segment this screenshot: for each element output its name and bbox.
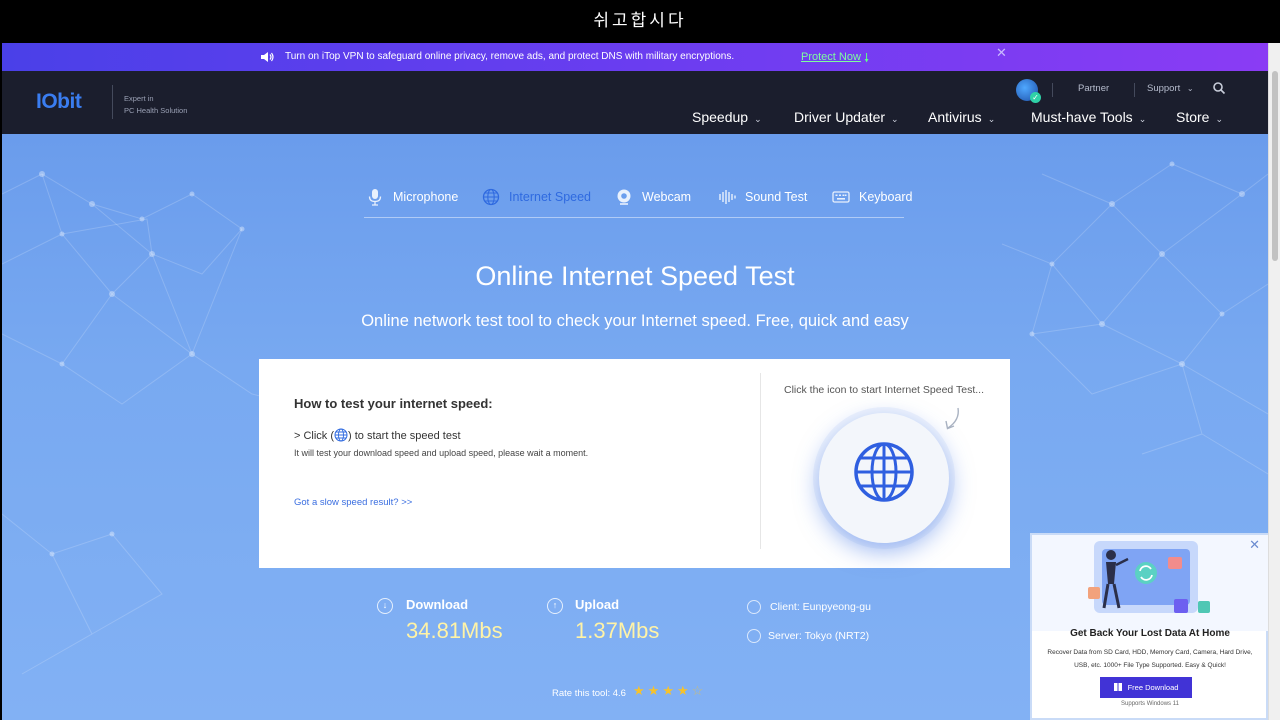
tagline-line1: Expert in [124, 94, 154, 103]
data-recovery-popup: ✕ Get Back Your Lost Data At Home Recove… [1030, 533, 1268, 720]
how-to-description: It will test your download speed and upl… [294, 448, 589, 458]
tab-label: Sound Test [745, 190, 808, 204]
search-icon[interactable] [1212, 81, 1226, 95]
menu-speedup[interactable]: Speedup ⌄ [692, 109, 762, 125]
menu-label: Driver Updater [794, 109, 886, 125]
promo-message-post: to safeguard online privacy, remove ads,… [363, 51, 735, 62]
partner-link[interactable]: Partner [1078, 83, 1109, 94]
protect-now-link[interactable]: Protect Now [801, 51, 861, 63]
upload-value: 1.37Mbs [575, 618, 660, 643]
server-info: Server: Tokyo (NRT2) [768, 630, 870, 642]
keyboard-icon [832, 191, 850, 203]
support-label: Support [1147, 83, 1181, 94]
download-arrow-icon: 🠗 [864, 51, 870, 65]
card-divider [760, 373, 761, 549]
microphone-icon [368, 189, 382, 206]
divider [1052, 83, 1053, 97]
tab-label: Keyboard [859, 190, 913, 204]
promo-close-button[interactable]: ✕ [996, 45, 1007, 61]
support-menu[interactable]: Support ⌄ [1147, 83, 1194, 94]
webcam-icon [617, 189, 631, 205]
shield-check-icon: ✓ [1030, 92, 1041, 103]
slow-speed-link[interactable]: Got a slow speed result? >> [294, 497, 412, 508]
popup-description: Recover Data from SD Card, HDD, Memory C… [1047, 649, 1253, 669]
page-subtitle: Online network test tool to check your I… [361, 312, 909, 330]
how-to-title: How to test your internet speed: [294, 396, 493, 411]
menu-label: Speedup [692, 109, 749, 125]
promo-message: Turn on iTop VPN to safeguard online pri… [285, 51, 734, 63]
chevron-down-icon: ⌄ [1138, 114, 1147, 124]
client-icon [747, 600, 761, 614]
menu-antivirus[interactable]: Antivirus ⌄ [928, 109, 995, 125]
rating-stars[interactable]: ★★★★☆ [633, 683, 706, 699]
curved-arrow-icon [945, 407, 959, 430]
tab-webcam[interactable]: Webcam [615, 188, 691, 206]
star-icon[interactable]: ★ [677, 683, 692, 698]
server-icon [747, 629, 761, 643]
download-icon: ↓ [377, 598, 393, 614]
star-icon[interactable]: ★ [633, 683, 648, 698]
scrollbar-thumb[interactable] [1272, 71, 1278, 261]
popup-title: Get Back Your Lost Data At Home [1070, 628, 1230, 639]
download-value: 34.81Mbs [406, 618, 503, 643]
promo-message-pre: Turn on [285, 51, 322, 62]
tagline-line2: PC Health Solution [124, 106, 188, 115]
step-text-pre: > Click ( [294, 430, 335, 442]
window-caption: 쉬고합시다 [0, 0, 1280, 43]
chevron-down-icon: ⌄ [1215, 114, 1224, 124]
iobit-logo[interactable]: IObit [36, 90, 82, 114]
speaker-icon [261, 52, 274, 62]
chevron-down-icon: ⌄ [891, 114, 899, 124]
menu-label: Must-have Tools [1031, 109, 1133, 125]
chevron-down-icon: ⌄ [754, 114, 762, 124]
globe-icon [334, 428, 348, 442]
popup-support-note: Supports Windows 11 [1121, 701, 1179, 707]
top-navigation: IObit Expert in PC Health Solution ✓ Par… [2, 71, 1268, 134]
tab-label: Internet Speed [509, 190, 592, 204]
free-download-label: Free Download [1127, 683, 1179, 692]
tab-label: Webcam [642, 190, 692, 204]
menu-driver-updater[interactable]: Driver Updater ⌄ [794, 109, 899, 125]
start-speed-test-button[interactable] [819, 413, 949, 543]
speed-test-card: How to test your internet speed: > Click… [259, 359, 1010, 568]
vertical-scrollbar[interactable] [1268, 43, 1280, 720]
divider [1134, 83, 1135, 97]
menu-label: Store [1176, 109, 1210, 125]
tab-microphone[interactable]: Microphone [366, 188, 458, 206]
soundwave-icon [719, 190, 736, 204]
download-label: Download [406, 597, 469, 612]
menu-store[interactable]: Store ⌄ [1176, 109, 1223, 125]
upload-label: Upload [575, 597, 620, 612]
menu-label: Antivirus [928, 109, 982, 125]
chevron-down-icon: ⌄ [987, 114, 996, 124]
globe-icon [482, 188, 500, 206]
tab-internet-speed[interactable]: Internet Speed [482, 188, 591, 206]
upload-icon: ↑ [547, 598, 563, 614]
step-text-post: ) to start the speed test [348, 430, 461, 442]
star-icon[interactable]: ★ [662, 683, 677, 698]
test-tool-tabs: Microphone Internet Speed Webcam Sound T… [364, 184, 913, 218]
promo-bar: Turn on iTop VPN to safeguard online pri… [2, 43, 1268, 71]
globe-icon [854, 442, 914, 502]
tagline: Expert in PC Health Solution [124, 93, 187, 117]
start-hint: Click the icon to start Internet Speed T… [784, 384, 984, 396]
star-icon[interactable]: ★ [648, 683, 663, 698]
chevron-down-icon: ⌄ [1186, 84, 1194, 93]
rating-text: Rate this tool: 4.6 [552, 688, 626, 699]
promo-brand: iTop VPN [321, 51, 364, 62]
region-globe-icon[interactable]: ✓ [1016, 79, 1041, 103]
menu-must-have-tools[interactable]: Must-have Tools ⌄ [1031, 109, 1146, 125]
tab-label: Microphone [393, 190, 459, 204]
page-title: Online Internet Speed Test [475, 261, 795, 291]
popup-close-button[interactable]: ✕ [1249, 537, 1260, 553]
star-outline-icon[interactable]: ☆ [692, 683, 707, 698]
logo-divider [112, 85, 113, 119]
data-recovery-illustration [1032, 535, 1268, 631]
tab-sound-test[interactable]: Sound Test [718, 188, 807, 206]
how-to-step: > Click ( ) to start the speed test [294, 428, 461, 442]
windows-icon [1113, 683, 1122, 691]
free-download-button[interactable]: Free Download [1100, 677, 1192, 698]
client-info: Client: Eunpyeong-gu [770, 601, 871, 613]
tab-keyboard[interactable]: Keyboard [832, 188, 913, 206]
